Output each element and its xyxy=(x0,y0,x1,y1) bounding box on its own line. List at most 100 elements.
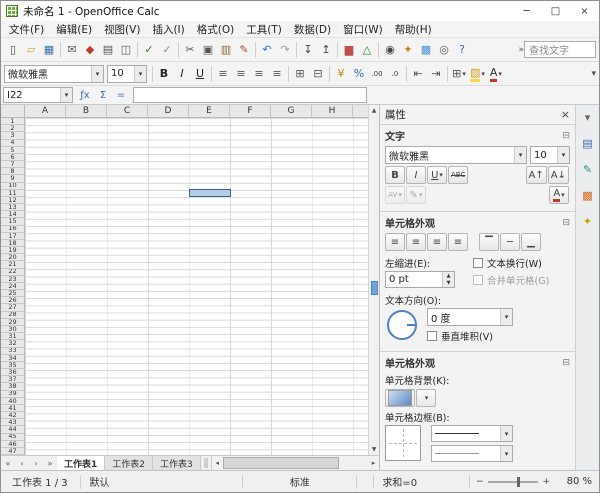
row-header-2[interactable]: 2 xyxy=(1,125,24,132)
chevron-down-icon[interactable]: ▾ xyxy=(557,147,569,163)
chevron-down-icon[interactable]: ▾ xyxy=(91,66,103,82)
collapse-icon[interactable]: ⊟ xyxy=(562,131,570,141)
font-size-combo[interactable]: 10 ▾ xyxy=(107,65,147,83)
row-header-31[interactable]: 31 xyxy=(1,333,24,340)
close-button[interactable]: × xyxy=(570,1,599,21)
borders-icon[interactable]: ⊞▾ xyxy=(450,64,468,83)
gallery-icon[interactable]: ▩ xyxy=(417,40,435,59)
chevron-down-icon[interactable]: ▾ xyxy=(60,88,72,102)
column-header-h[interactable]: H xyxy=(312,105,353,117)
row-header-25[interactable]: 25 xyxy=(1,290,24,297)
styles-deck-icon[interactable]: ✎ xyxy=(579,160,597,178)
auto-spellcheck-icon[interactable]: ✓ xyxy=(158,40,176,59)
paste-icon[interactable]: ▥ xyxy=(217,40,235,59)
wrap-text-checkbox[interactable]: 文本换行(W) xyxy=(473,256,570,270)
sidebar-font-color-icon[interactable]: A▾ xyxy=(549,186,569,204)
next-sheet-icon[interactable]: › xyxy=(29,456,43,470)
column-header-b[interactable]: B xyxy=(66,105,107,117)
sidebar-italic-icon[interactable]: I xyxy=(406,166,426,184)
row-header-19[interactable]: 19 xyxy=(1,247,24,254)
row-header-7[interactable]: 7 xyxy=(1,161,24,168)
row-header-22[interactable]: 22 xyxy=(1,269,24,276)
row-header-45[interactable]: 45 xyxy=(1,434,24,441)
document-as-email-icon[interactable]: ✉ xyxy=(63,40,81,59)
grow-font-icon[interactable]: A↑ xyxy=(526,166,547,184)
row-header-37[interactable]: 37 xyxy=(1,376,24,383)
menu-item-5[interactable]: 格式(O) xyxy=(191,21,240,38)
row-header-28[interactable]: 28 xyxy=(1,312,24,319)
align-right-icon[interactable]: ≡ xyxy=(427,233,447,251)
checkbox-icon[interactable] xyxy=(473,258,483,268)
sheet-tab-1[interactable]: 工作表1 xyxy=(57,456,105,470)
row-header-24[interactable]: 24 xyxy=(1,283,24,290)
new-document-icon[interactable]: ▯ xyxy=(4,40,22,59)
sheet-tab-2[interactable]: 工作表2 xyxy=(105,456,153,470)
spelling-icon[interactable]: ✓ xyxy=(140,40,158,59)
horizontal-scrollbar-track[interactable] xyxy=(223,456,368,470)
page-preview-icon[interactable]: ◫ xyxy=(117,40,135,59)
horizontal-scrollbar[interactable]: ◂ ▸ xyxy=(211,456,379,470)
sidebar-settings-icon[interactable]: ▾ xyxy=(579,108,597,126)
sidebar-bold-icon[interactable]: B xyxy=(385,166,405,184)
zoom-in-icon[interactable]: + xyxy=(542,477,550,487)
spin-up-icon[interactable]: ▲ xyxy=(443,272,454,280)
insert-chart-icon[interactable]: ▆ xyxy=(340,40,358,59)
find-text-input[interactable]: 查找文字 xyxy=(524,41,596,58)
vertical-scrollbar-thumb[interactable] xyxy=(371,281,378,295)
maximize-button[interactable]: □ xyxy=(541,1,570,21)
sidebar-font-name-combo[interactable]: 微软雅黑 ▾ xyxy=(385,146,527,164)
navigator-icon[interactable]: ✦ xyxy=(399,40,417,59)
last-sheet-icon[interactable]: » xyxy=(43,456,57,470)
spinner-arrows[interactable]: ▲▼ xyxy=(442,272,454,287)
degrees-combo[interactable]: 0 度 ▾ xyxy=(427,308,513,326)
tab-splitter[interactable] xyxy=(204,458,208,468)
row-header-15[interactable]: 15 xyxy=(1,218,24,225)
align-center-vertically-icon[interactable]: ─ xyxy=(500,233,520,251)
chevron-down-icon[interactable]: ▾ xyxy=(134,66,146,82)
row-header-5[interactable]: 5 xyxy=(1,147,24,154)
delete-decimal-place-icon[interactable]: .0 xyxy=(386,64,404,83)
cells-area[interactable] xyxy=(25,118,368,455)
sheet-tab-3[interactable]: 工作表3 xyxy=(153,456,201,470)
row-header-35[interactable]: 35 xyxy=(1,362,24,369)
properties-deck-icon[interactable]: ▤ xyxy=(579,134,597,152)
zoom-slider[interactable]: − + xyxy=(470,477,556,487)
row-header-47[interactable]: 47 xyxy=(1,448,24,455)
cell-background-dropdown[interactable]: ▾ xyxy=(416,389,436,407)
shrink-font-icon[interactable]: A↓ xyxy=(548,166,569,184)
align-justified-icon[interactable]: ≡ xyxy=(268,64,286,83)
menu-item-8[interactable]: 窗口(W) xyxy=(337,21,389,38)
row-header-17[interactable]: 17 xyxy=(1,233,24,240)
row-header-4[interactable]: 4 xyxy=(1,140,24,147)
undo-icon[interactable]: ↶ xyxy=(258,40,276,59)
function-icon[interactable]: = xyxy=(112,87,130,103)
align-left-icon[interactable]: ≡ xyxy=(214,64,232,83)
decrease-indent-icon[interactable]: ⇤ xyxy=(409,64,427,83)
column-header-a[interactable]: A xyxy=(25,105,66,117)
align-right-icon[interactable]: ≡ xyxy=(250,64,268,83)
italic-icon[interactable]: I xyxy=(173,64,191,83)
chevron-down-icon[interactable]: ▾ xyxy=(514,147,526,163)
column-header-c[interactable]: C xyxy=(107,105,148,117)
vertically-stacked-checkbox[interactable]: 垂直堆积(V) xyxy=(427,329,570,343)
increase-indent-icon[interactable]: ⇥ xyxy=(427,64,445,83)
scroll-right-icon[interactable]: ▸ xyxy=(368,459,379,467)
cell-background-color-button[interactable] xyxy=(385,389,415,407)
find-and-replace-icon[interactable]: ◉ xyxy=(381,40,399,59)
row-header-6[interactable]: 6 xyxy=(1,154,24,161)
cell-appearance-section-header[interactable]: 单元格外观 ⊟ xyxy=(385,355,570,370)
row-header-36[interactable]: 36 xyxy=(1,369,24,376)
menu-item-4[interactable]: 插入(I) xyxy=(146,21,190,38)
row-header-33[interactable]: 33 xyxy=(1,348,24,355)
row-header-1[interactable]: 1 xyxy=(1,118,24,125)
sort-descending-icon[interactable]: ↥ xyxy=(317,40,335,59)
redo-icon[interactable]: ↷ xyxy=(276,40,294,59)
export-pdf-icon[interactable]: ◆ xyxy=(81,40,99,59)
toolbar-options-icon[interactable]: ▾ xyxy=(591,69,596,79)
copy-icon[interactable]: ▣ xyxy=(199,40,217,59)
row-header-16[interactable]: 16 xyxy=(1,226,24,233)
row-header-41[interactable]: 41 xyxy=(1,405,24,412)
align-left-icon[interactable]: ≡ xyxy=(385,233,405,251)
cut-icon[interactable]: ✂ xyxy=(181,40,199,59)
row-header-9[interactable]: 9 xyxy=(1,175,24,182)
